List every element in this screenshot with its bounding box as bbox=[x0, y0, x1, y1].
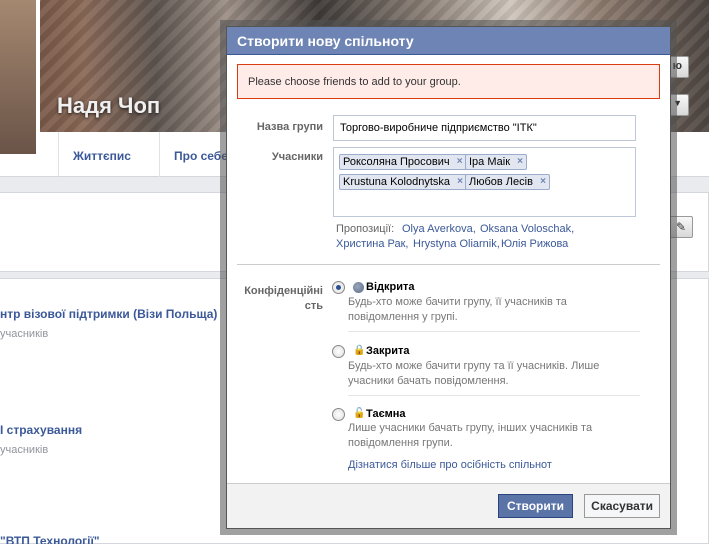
padlock-open-icon: 🔓 bbox=[353, 408, 366, 419]
divider bbox=[348, 331, 640, 332]
member-token[interactable]: Krustuna Kolodnytska × bbox=[339, 174, 468, 190]
member-name: Роксоляна Просович bbox=[343, 156, 450, 168]
member-token[interactable]: Любов Лесів × bbox=[465, 174, 550, 190]
suggestion-link[interactable]: Olya Averkova, bbox=[402, 223, 476, 235]
privacy-closed-description: Будь-хто може бачити групу та її учасник… bbox=[348, 360, 600, 387]
privacy-secret-description: Лише учасники бачать групу, інших учасни… bbox=[348, 422, 593, 449]
create-group-dialog: Створити нову спільноту Please choose fr… bbox=[226, 26, 671, 529]
group-item-title[interactable]: "ВТП Технології" bbox=[0, 534, 100, 544]
members-label: Учасники bbox=[271, 151, 323, 163]
group-item-members: учасників bbox=[0, 444, 49, 456]
group-item-title[interactable]: нтр візової підтримки (Візи Польща) bbox=[0, 307, 217, 321]
remove-member-icon[interactable]: × bbox=[457, 176, 463, 187]
divider bbox=[348, 395, 640, 396]
privacy-label: Конфіденційні сть bbox=[244, 285, 323, 312]
member-name: Krustuna Kolodnytska bbox=[343, 176, 451, 188]
cancel-button[interactable]: Скасувати bbox=[584, 494, 660, 518]
learn-more-link[interactable]: Дізнатися більше про осібність спільнот bbox=[348, 459, 552, 471]
create-button[interactable]: Створити bbox=[497, 494, 573, 518]
members-input[interactable]: Роксоляна Просович × Іра Маік × Krustuna… bbox=[333, 147, 636, 217]
group-item-title[interactable]: І страхування bbox=[0, 423, 82, 437]
suggestion-link[interactable]: Христина Рак, bbox=[336, 238, 409, 250]
group-item-members: учасників bbox=[0, 328, 49, 340]
lock-icon: 🔒 bbox=[353, 345, 366, 356]
dialog-footer: Створити Скасувати bbox=[227, 483, 670, 528]
suggestion-link[interactable]: Hrystyna Oliarnik, bbox=[413, 238, 500, 250]
remove-member-icon[interactable]: × bbox=[540, 176, 546, 187]
suggestion-link[interactable]: Юлія Рижова bbox=[501, 238, 568, 250]
remove-member-icon[interactable]: × bbox=[517, 156, 523, 167]
edit-pencil-icon[interactable]: ✎ bbox=[669, 216, 693, 238]
profile-name[interactable]: Надя Чоп bbox=[57, 93, 160, 119]
dialog-title: Створити нову спільноту bbox=[227, 27, 670, 55]
remove-member-icon[interactable]: × bbox=[457, 156, 463, 167]
privacy-closed-title[interactable]: Закрита bbox=[366, 345, 410, 357]
group-name-input[interactable] bbox=[333, 115, 636, 141]
divider bbox=[237, 264, 660, 265]
privacy-secret-radio[interactable] bbox=[332, 408, 345, 421]
member-token[interactable]: Роксоляна Просович × bbox=[339, 154, 467, 170]
tab-timeline[interactable]: Життєпис bbox=[58, 132, 154, 177]
profile-picture[interactable] bbox=[0, 0, 40, 158]
error-message: Please choose friends to add to your gro… bbox=[237, 64, 660, 99]
member-name: Іра Маік bbox=[469, 156, 511, 168]
privacy-secret-title[interactable]: Таємна bbox=[366, 408, 406, 420]
privacy-open-description: Будь-хто може бачити групу, її учасників… bbox=[348, 296, 567, 323]
suggestion-link[interactable]: Oksana Voloschak, bbox=[480, 223, 574, 235]
suggestions-label: Пропозиції: bbox=[336, 223, 395, 235]
member-token[interactable]: Іра Маік × bbox=[465, 154, 528, 170]
globe-icon bbox=[353, 282, 364, 293]
privacy-open-title[interactable]: Відкрита bbox=[366, 281, 414, 293]
group-name-label: Назва групи bbox=[256, 121, 323, 133]
privacy-closed-radio[interactable] bbox=[332, 345, 345, 358]
member-name: Любов Лесів bbox=[469, 176, 533, 188]
privacy-open-radio[interactable] bbox=[332, 281, 345, 294]
